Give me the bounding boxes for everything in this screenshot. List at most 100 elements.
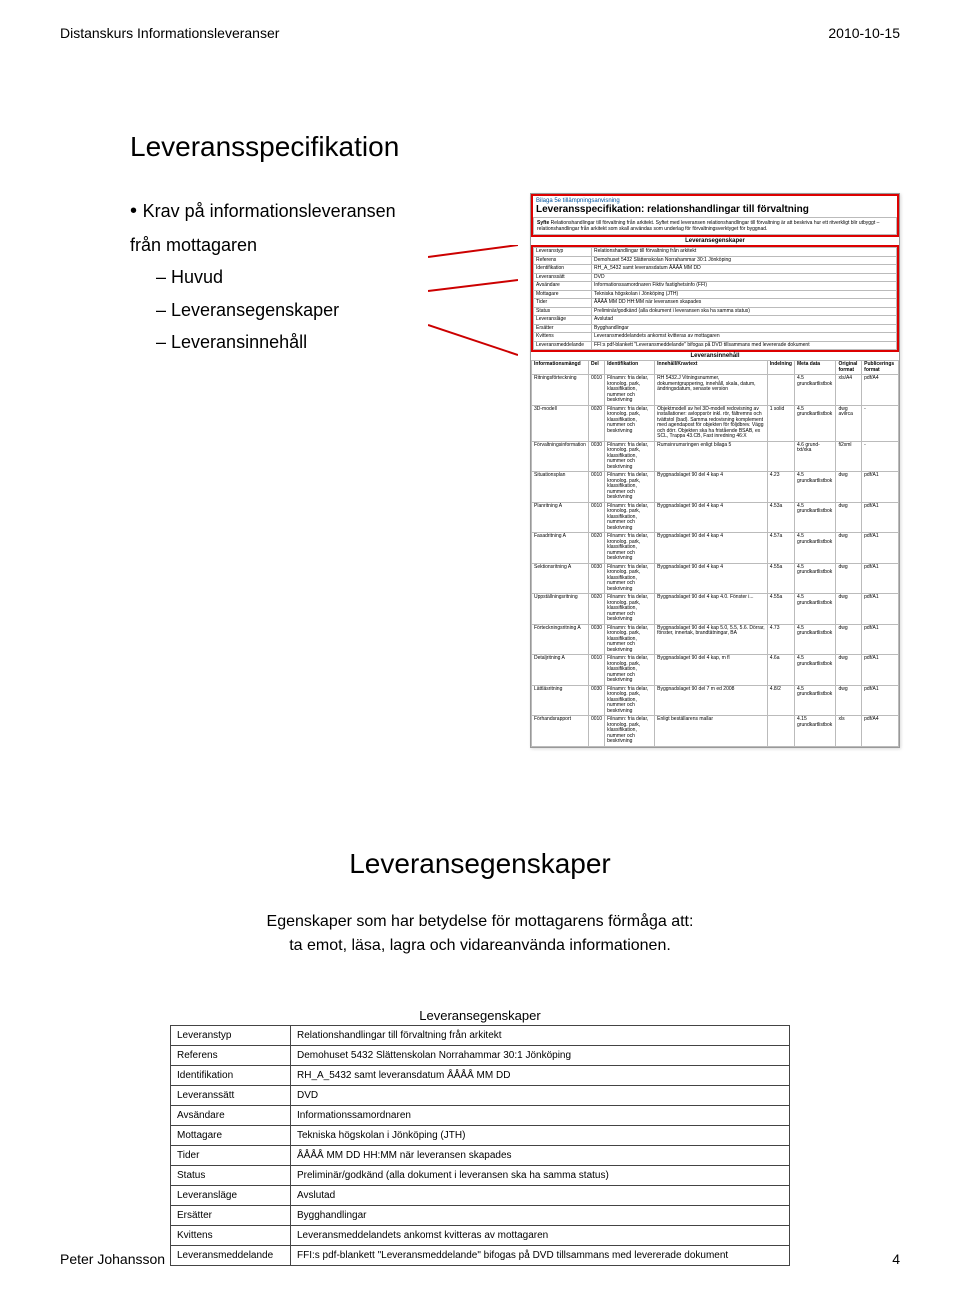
spec-content-row: Situationsplan0010Filnamn: fria delar, k… [532, 472, 899, 503]
spec-content-cell: Ritningsförteckning [532, 375, 589, 406]
spec-content-cell: Detaljritning A [532, 655, 589, 686]
spec-content-row: Förhandsrapport0010Filnamn: fria delar, … [532, 716, 899, 747]
spec-content-cell: Förvaltningsinformation [532, 441, 589, 472]
spec-egr-val: Informationssamordnaren Fiktiv fastighet… [592, 282, 897, 291]
spec-content-cell: Byggnadslaget 90 del 4 kap, m fl [655, 655, 768, 686]
prop-row: LeveranslägeAvslutad [171, 1185, 790, 1205]
prop-val: Bygghandlingar [291, 1205, 790, 1225]
spec-egr-val: FFI:s pdf-blankett "Leveransmeddelande" … [592, 341, 897, 350]
spec-content-cell: 0020 [588, 533, 604, 564]
slide2-subtitle: Egenskaper som har betydelse för mottaga… [60, 910, 900, 958]
spec-egr-key: Avsändare [534, 282, 592, 291]
spec-egr-row: StatusPreliminär/godkänd (alla dokument … [534, 307, 897, 316]
spec-content-cell: 4.23 [767, 472, 794, 503]
prop-row: LeveranstypRelationshandlingar till förv… [171, 1025, 790, 1045]
spec-egr-table: LeveranstypRelationshandlingar till förv… [533, 247, 897, 350]
spec-egr-val: Demohuset 5432 Slättenskolan Norrahammar… [592, 256, 897, 265]
slide-2: Leveransegenskaper Egenskaper som har be… [60, 848, 900, 1266]
spec-content-cell: dwg [836, 563, 862, 594]
spec-egr-row: ErsätterBygghandlingar [534, 324, 897, 333]
spec-content-cell: Byggnadslaget 90 del 4 kap 4 [655, 563, 768, 594]
prop-row: AvsändareInformationssamordnaren [171, 1105, 790, 1125]
spec-egr-row: LeveranslägeAvslutad [534, 316, 897, 325]
bullet-sub-3: Leveransinnehåll [156, 326, 416, 358]
spec-content-cell: Byggnadslaget 90 del 4 kap 4 [655, 502, 768, 533]
spec-content-cell: Filnamn: fria delar, kronolog. park, kla… [605, 624, 655, 655]
spec-content-cell: 4.6 grund- txt/xka [795, 441, 836, 472]
slide2-title: Leveransegenskaper [60, 848, 900, 880]
spec-content-cell: 0020 [588, 405, 604, 441]
prop-row: ErsätterBygghandlingar [171, 1205, 790, 1225]
page: Distanskurs Informationsleveranser 2010-… [0, 0, 960, 1293]
spec-content-cell: 4.5 grundkartlistbok [795, 624, 836, 655]
spec-content-cell: xls [836, 716, 862, 747]
spec-content-cell: Filnamn: fria delar, kronolog. park, kla… [605, 441, 655, 472]
spec-content-col: Original format [836, 361, 862, 375]
spec-content-cell: pdf/A4 [862, 375, 899, 406]
spec-content-cell: Byggnadslaget 90 del 4 kap 4 [655, 533, 768, 564]
footer-right: 4 [892, 1251, 900, 1267]
spec-content-cell: 4.5 grundkartlistbok [795, 594, 836, 625]
spec-egr-key: Leveransmeddelande [534, 341, 592, 350]
syfte-text: Relationshandlingar till förvaltning frå… [537, 220, 879, 232]
spec-content-cell: dwg [836, 685, 862, 716]
spec-content-cell: - [862, 441, 899, 472]
spec-content-cell: Filnamn: fria delar, kronolog. park, kla… [605, 533, 655, 564]
spec-content-cell: xls/A4 [836, 375, 862, 406]
spec-content-row: Sektionsritning A0030Filnamn: fria delar… [532, 563, 899, 594]
prop-key: Tider [171, 1145, 291, 1165]
bullet-main: Krav på informationsleveransen från mott… [130, 193, 416, 261]
spec-egr-key: Leveransläge [534, 316, 592, 325]
bullet-list: Krav på informationsleveransen från mott… [130, 193, 416, 748]
spec-content-cell: Byggnadslaget 90 del 4 kap 4 [655, 472, 768, 503]
spec-content-row: Förteckningsritning A0030Filnamn: fria d… [532, 624, 899, 655]
spec-content-cell: 0010 [588, 655, 604, 686]
spec-content-col: Informationsmängd [532, 361, 589, 375]
spec-egr-val: Bygghandlingar [592, 324, 897, 333]
spec-egr-val: Relationshandlingar till förvaltning frå… [592, 248, 897, 257]
prop-key: Ersätter [171, 1205, 291, 1225]
spec-content-cell: Fasadritning A [532, 533, 589, 564]
spec-content-cell: 4.6a [767, 655, 794, 686]
spec-content-cell: Planritning A [532, 502, 589, 533]
spec-egr-key: Identifikation [534, 265, 592, 274]
spec-content-cell: 4.5 grundkartlistbok [795, 533, 836, 564]
spec-content-cell: Lättläsritning [532, 685, 589, 716]
spec-content-row: Detaljritning A0010Filnamn: fria delar, … [532, 655, 899, 686]
header-right: 2010-10-15 [828, 25, 900, 41]
prop-row: StatusPreliminär/godkänd (alla dokument … [171, 1165, 790, 1185]
spec-content-cell: 4.5 grundkartlistbok [795, 563, 836, 594]
spec-content-cell: 0030 [588, 563, 604, 594]
prop-key: Leveransläge [171, 1185, 291, 1205]
prop-val: Informationssamordnaren [291, 1105, 790, 1125]
spec-content-cell: 0010 [588, 716, 604, 747]
spec-content-cell: Objektmodell av hel 3D-modell redovisnin… [655, 405, 768, 441]
spec-content-cell: 4.5 grundkartlistbok [795, 375, 836, 406]
spec-content-cell: 1 solid [767, 405, 794, 441]
page-header: Distanskurs Informationsleveranser 2010-… [60, 25, 900, 41]
spec-content-col: Del [588, 361, 604, 375]
spec-egr-row: LeveransmeddelandeFFI:s pdf-blankett "Le… [534, 341, 897, 350]
spec-egr-key: Leveranstyp [534, 248, 592, 257]
prop-val: RH_A_5432 samt leveransdatum ÅÅÅÅ MM DD [291, 1065, 790, 1085]
spec-content-cell: 0030 [588, 441, 604, 472]
spec-egr-row: IdentifikationRH_A_5432 samt leveransdat… [534, 265, 897, 274]
spec-content-cell: Filnamn: fria delar, kronolog. park, kla… [605, 685, 655, 716]
spec-content-cell: 4.57a [767, 533, 794, 564]
slide-1: Leveransspecifikation Krav på informatio… [60, 131, 900, 748]
spec-egr-val: Preliminär/godkänd (alla dokument i leve… [592, 307, 897, 316]
spec-head: Bilaga 5e tillämpningsanvisning [533, 196, 897, 204]
spec-content-cell [767, 375, 794, 406]
spec-content-cell: 4.53a [767, 502, 794, 533]
prop-val: ÅÅÅÅ MM DD HH:MM när leveransen skapades [291, 1145, 790, 1165]
prop-val: Demohuset 5432 Slättenskolan Norrahammar… [291, 1045, 790, 1065]
spec-content-cell: - [862, 405, 899, 441]
prop-key: Identifikation [171, 1065, 291, 1085]
prop-row: LeveranssättDVD [171, 1085, 790, 1105]
egr-label: Leveransegenskaper [531, 237, 899, 245]
prop-row: IdentifikationRH_A_5432 samt leveransdat… [171, 1065, 790, 1085]
prop-key: Avsändare [171, 1105, 291, 1125]
spec-content-cell: dwg avilrca [836, 405, 862, 441]
spec-content-cell: pdf/A1 [862, 685, 899, 716]
spec-content-cell: 3D-modell [532, 405, 589, 441]
